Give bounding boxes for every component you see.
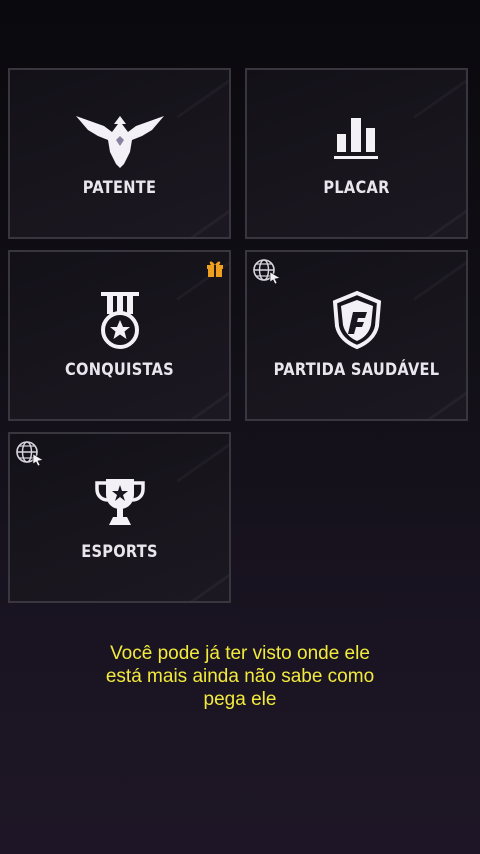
tile-label: CONQUISTAS xyxy=(65,360,174,380)
fair-play-shield-icon xyxy=(332,290,381,350)
tile-placar[interactable]: PLACAR xyxy=(245,68,468,239)
tile-label: ESPORTS xyxy=(81,542,158,562)
tile-conquistas[interactable]: CONQUISTAS xyxy=(8,250,231,421)
trophy-icon xyxy=(94,479,145,525)
caption-line: Você pode já ter visto onde ele xyxy=(110,643,370,664)
caption-line: está mais ainda não sabe como xyxy=(105,666,375,687)
tile-label: PATENTE xyxy=(82,178,157,198)
tile-patente[interactable]: PATENTE xyxy=(8,68,231,239)
caption-line: pega ele xyxy=(203,689,277,710)
web-link-icon xyxy=(253,259,281,284)
tile-label: PARTIDA SAUDÁVEL xyxy=(273,360,440,380)
medal-icon xyxy=(100,292,139,349)
leaderboard-icon xyxy=(333,118,378,159)
tile-label: PLACAR xyxy=(323,178,390,198)
subtitle-caption: Você pode já ter visto onde ele está mai… xyxy=(0,642,480,711)
tile-esports[interactable]: ESPORTS xyxy=(8,432,231,603)
eagle-icon xyxy=(75,116,164,168)
web-link-icon xyxy=(16,441,44,466)
gift-icon xyxy=(207,261,223,277)
tile-partida-saudavel[interactable]: PARTIDA SAUDÁVEL xyxy=(245,250,468,421)
